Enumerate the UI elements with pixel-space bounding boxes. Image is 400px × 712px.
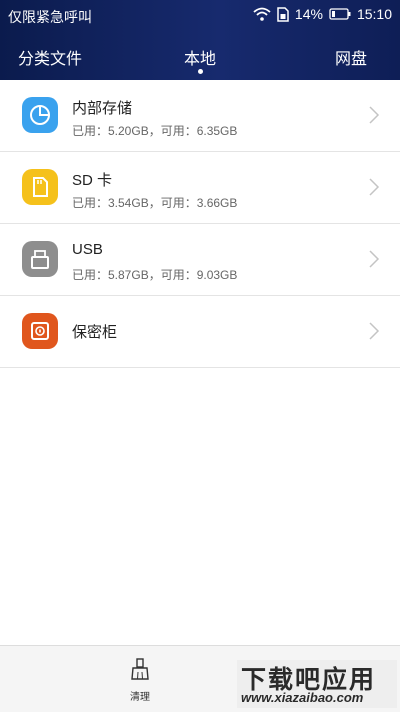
top-bar: 仅限紧急呼叫 14% 15:10 分类文件 本地 网盘 (0, 0, 400, 80)
storage-item-sd-card[interactable]: SD 卡 已用：3.54GB，可用：3.66GB (0, 152, 400, 224)
storage-item-name: USB (72, 241, 103, 258)
safe-icon (22, 313, 58, 349)
tab-bar: 分类文件 本地 网盘 (0, 40, 400, 80)
storage-item-name: SD 卡 (72, 172, 113, 189)
sd-card-icon (22, 169, 58, 205)
storage-item-usage: 已用：5.20GB，可用：6.35GB (72, 124, 238, 138)
battery-percent: 14% (294, 6, 323, 22)
status-right: 14% 15:10 (253, 6, 392, 22)
storage-item-usage: 已用：5.87GB，可用：9.03GB (72, 268, 238, 282)
storage-item-name: 保密柜 (72, 324, 118, 341)
storage-item-name: 内部存储 (72, 100, 133, 117)
storage-item-usb[interactable]: USB 已用：5.87GB，可用：9.03GB (0, 224, 400, 296)
storage-item-safe[interactable]: 保密柜 (0, 296, 400, 368)
usb-icon (22, 241, 58, 277)
active-tab-indicator (198, 69, 203, 74)
clean-label: 清理 (130, 692, 150, 703)
storage-item-internal[interactable]: 内部存储 已用：5.20GB，可用：6.35GB (0, 80, 400, 152)
watermark-url: www.xiazaibao.com (241, 690, 364, 705)
chevron-right-icon (369, 250, 380, 268)
chevron-right-icon (369, 106, 380, 124)
storage-list: 内部存储 已用：5.20GB，可用：6.35GB SD 卡 已用：3.54GB，… (0, 80, 400, 368)
pie-chart-icon (22, 97, 58, 133)
clock: 15:10 (356, 6, 392, 22)
status-bar: 仅限紧急呼叫 14% 15:10 (0, 0, 400, 30)
storage-item-usage: 已用：3.54GB，可用：3.66GB (72, 196, 238, 210)
watermark: 下载吧应用 www.xiazaibao.com (237, 660, 397, 708)
clean-button[interactable]: 清理 (120, 658, 160, 703)
wifi-icon (253, 7, 271, 21)
tab-cloud[interactable]: 网盘 (335, 45, 367, 69)
carrier-text: 仅限紧急呼叫 (8, 9, 92, 25)
battery-icon (329, 8, 351, 20)
broom-icon (131, 658, 149, 680)
sim-icon (277, 6, 289, 22)
tab-categories[interactable]: 分类文件 (18, 45, 82, 69)
tab-local[interactable]: 本地 (184, 45, 216, 69)
chevron-right-icon (369, 178, 380, 196)
chevron-right-icon (369, 322, 380, 340)
